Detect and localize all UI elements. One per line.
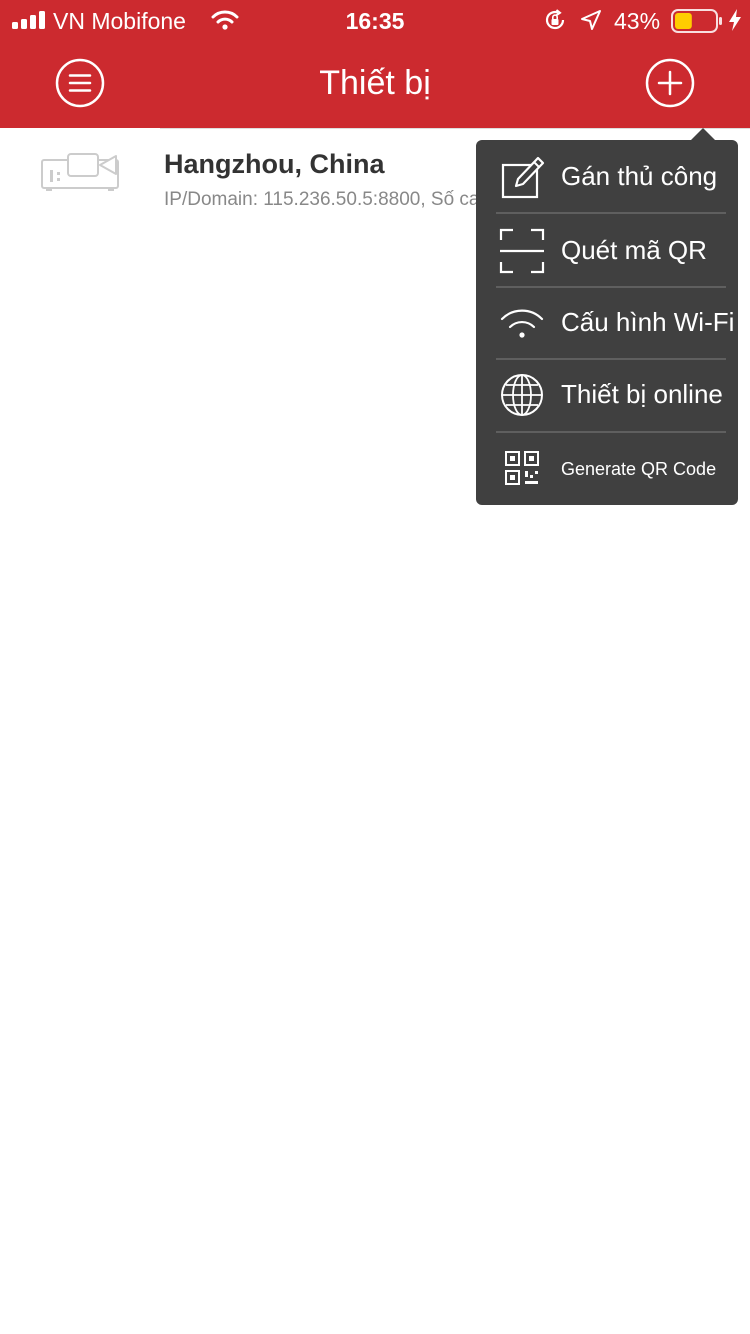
popup-pointer (691, 128, 715, 140)
menu-item-online-devices[interactable]: Thiết bị online (476, 358, 738, 430)
menu-item-label: Quét mã QR (561, 235, 707, 265)
menu-item-label: Gán thủ công (561, 161, 718, 191)
location-arrow-icon (581, 10, 601, 30)
page-title: Thiết bị (319, 64, 431, 102)
charging-bolt-icon (729, 9, 741, 31)
menu-item-label: Thiết bị online (561, 379, 723, 409)
qr-scan-icon (499, 228, 545, 274)
status-bar: VN Mobifone 16:35 43% (0, 0, 750, 40)
menu-item-wifi-config[interactable]: Cấu hình Wi-Fi (476, 286, 738, 358)
menu-item-scan-qr[interactable]: Quét mã QR (476, 214, 738, 286)
menu-item-label: Cấu hình Wi-Fi (561, 307, 735, 337)
battery-icon (671, 9, 722, 33)
add-device-button[interactable] (645, 58, 695, 108)
menu-item-generate-qr[interactable]: Generate QR Code (476, 431, 738, 503)
battery-percent: 43% (614, 8, 661, 34)
dvr-camera-icon (41, 153, 119, 191)
divider (160, 128, 750, 129)
device-name: Hangzhou, China (164, 149, 385, 179)
wifi-icon (500, 309, 544, 338)
add-device-popup-menu: Gán thủ công Quét mã QR Cấu hình Wi-Fi T… (476, 140, 738, 505)
qr-code-icon (505, 451, 539, 485)
globe-icon (501, 374, 543, 416)
menu-item-manual-add[interactable]: Gán thủ công (476, 140, 738, 212)
menu-item-label: Generate QR Code (561, 459, 717, 479)
rotation-lock-icon (545, 9, 565, 30)
edit-icon (501, 156, 545, 199)
app-header: VN Mobifone 16:35 43% Thiết bị (0, 0, 750, 128)
